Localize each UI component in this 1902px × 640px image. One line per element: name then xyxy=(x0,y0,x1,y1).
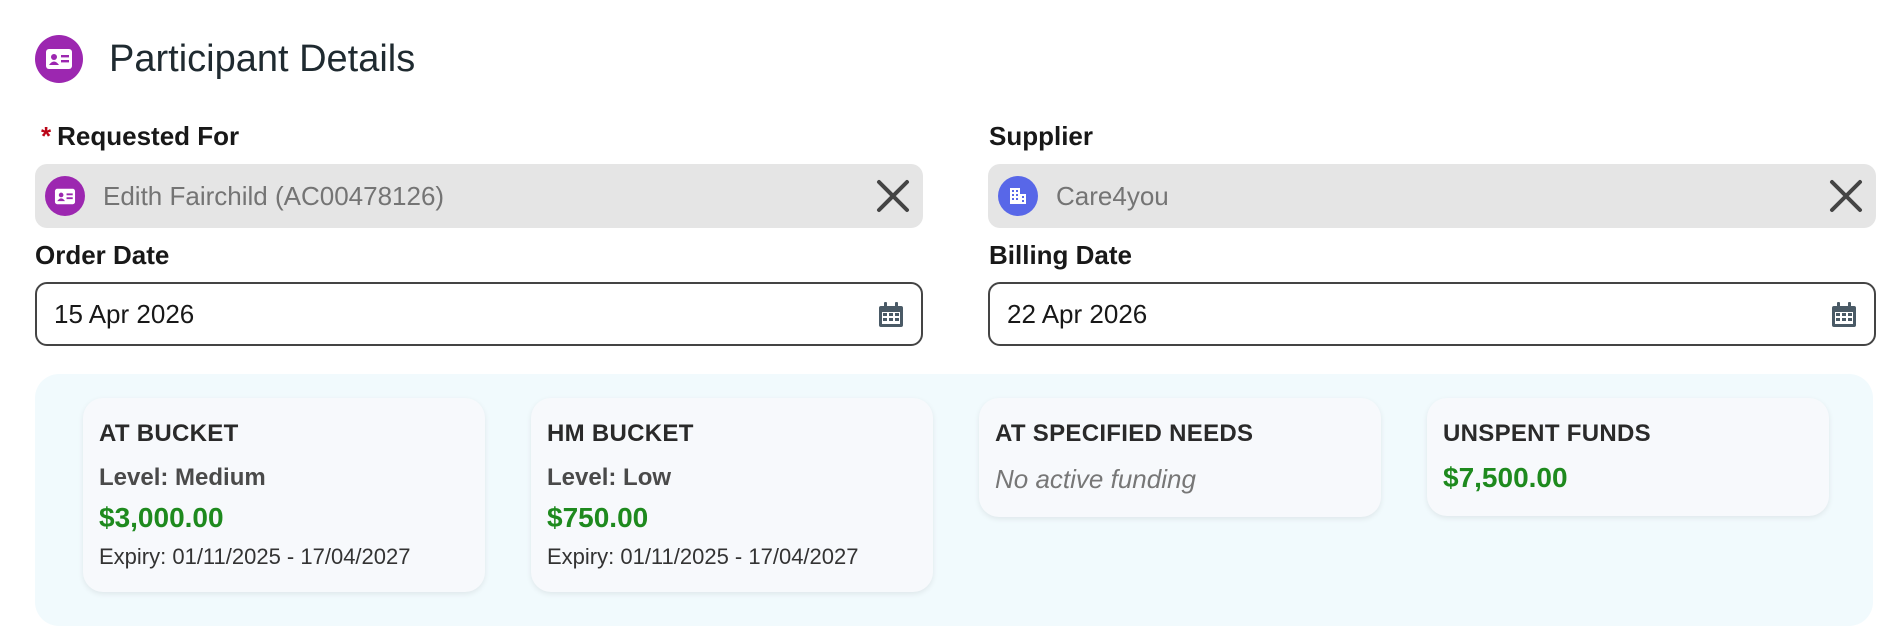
clear-supplier-button[interactable] xyxy=(1826,176,1866,216)
card-level: Level: Medium xyxy=(99,464,266,491)
page-title: Participant Details xyxy=(109,37,416,80)
building-icon xyxy=(998,176,1038,216)
supplier-label: Supplier xyxy=(989,121,1094,151)
clear-requested-for-button[interactable] xyxy=(873,176,913,216)
page-header: Participant Details xyxy=(35,35,415,83)
requested-for-label-text: Requested For xyxy=(57,121,240,151)
contact-card-icon xyxy=(45,176,85,216)
funding-card-hm-bucket: HM BUCKET Level: Low $750.00 Expiry: 01/… xyxy=(531,398,933,592)
funding-card-at-specified-needs: AT SPECIFIED NEEDS No active funding xyxy=(979,398,1381,517)
card-amount: $750.00 xyxy=(547,502,649,533)
contact-card-icon xyxy=(35,35,83,83)
card-expiry: Expiry: 01/11/2025 - 17/04/2027 xyxy=(547,544,859,569)
requested-for-label: * Requested For xyxy=(41,121,239,152)
card-amount: $7,500.00 xyxy=(1443,462,1568,493)
requested-for-lookup[interactable]: Edith Fairchild (AC00478126) xyxy=(35,164,923,228)
required-indicator: * xyxy=(41,121,52,151)
billing-date-input[interactable]: 22 Apr 2026 xyxy=(988,282,1876,346)
order-date-value: 15 Apr 2026 xyxy=(54,298,195,329)
card-title: HM BUCKET xyxy=(547,420,694,447)
card-amount: $3,000.00 xyxy=(99,502,224,533)
card-title: AT BUCKET xyxy=(99,420,239,447)
order-date-label: Order Date xyxy=(35,240,170,270)
funding-card-unspent-funds: UNSPENT FUNDS $7,500.00 xyxy=(1427,398,1829,516)
requested-for-value: Edith Fairchild (AC00478126) xyxy=(103,180,445,211)
card-expiry: Expiry: 01/11/2025 - 17/04/2027 xyxy=(99,544,411,569)
funding-panel: AT BUCKET Level: Medium $3,000.00 Expiry… xyxy=(35,374,1873,626)
card-level: Level: Low xyxy=(547,464,672,491)
calendar-icon[interactable] xyxy=(877,301,905,329)
funding-card-at-bucket: AT BUCKET Level: Medium $3,000.00 Expiry… xyxy=(83,398,485,592)
billing-date-label: Billing Date xyxy=(989,240,1133,270)
supplier-value: Care4you xyxy=(1056,180,1169,211)
card-empty-text: No active funding xyxy=(995,464,1196,494)
order-date-input[interactable]: 15 Apr 2026 xyxy=(35,282,923,346)
supplier-lookup[interactable]: Care4you xyxy=(988,164,1876,228)
close-icon xyxy=(1830,180,1862,212)
billing-date-value: 22 Apr 2026 xyxy=(1007,298,1148,329)
close-icon xyxy=(877,180,909,212)
card-title: AT SPECIFIED NEEDS xyxy=(995,420,1254,447)
calendar-icon[interactable] xyxy=(1830,301,1858,329)
card-title: UNSPENT FUNDS xyxy=(1443,420,1651,447)
